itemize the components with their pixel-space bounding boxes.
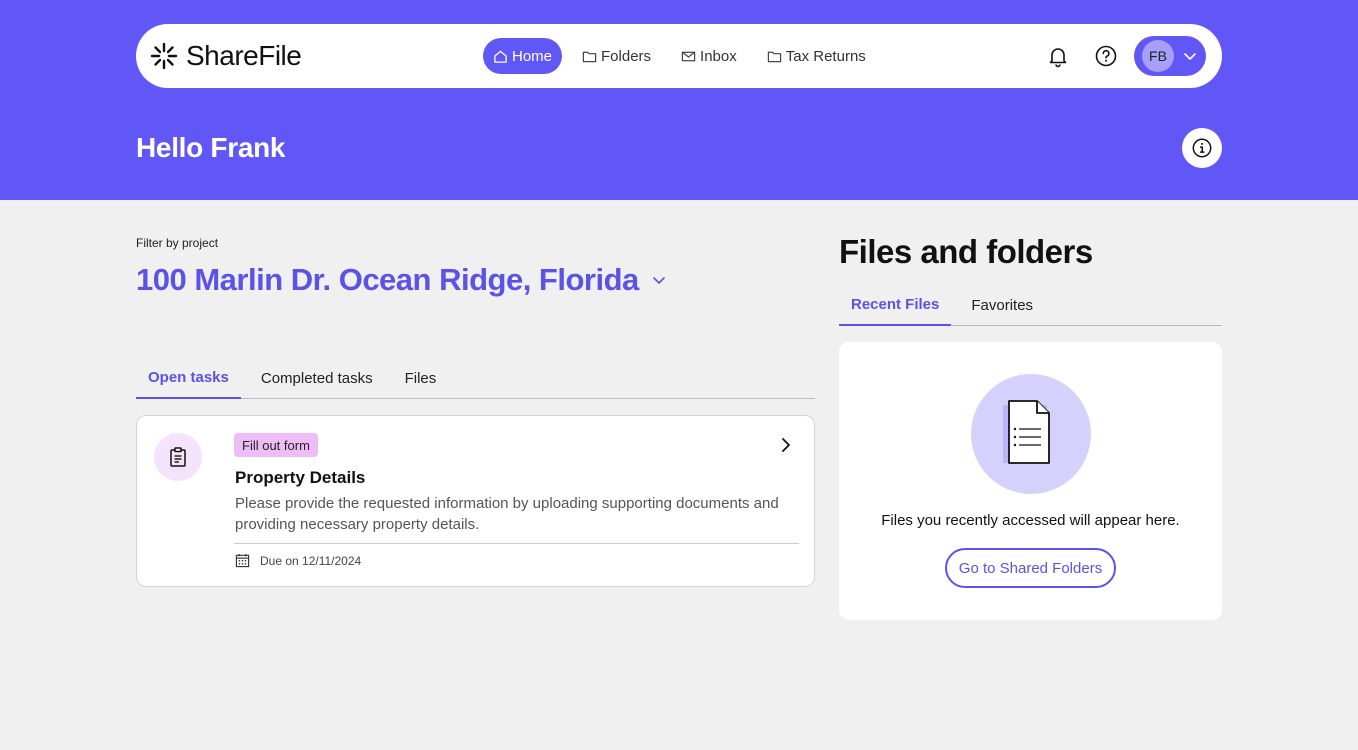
task-description: Please provide the requested information… [235,495,779,533]
sharefile-logo[interactable]: ShareFile [150,40,302,72]
header-banner: ShareFile Home Folders Inbox Tax Returns [0,0,1358,200]
folder-icon [582,51,597,62]
calendar-icon [235,553,250,568]
due-date-text: Due on 12/11/2024 [260,553,362,568]
page-title: Hello Frank [136,132,286,163]
go-to-shared-folders-button[interactable]: Go to Shared Folders [945,548,1116,588]
info-icon [1192,138,1212,158]
tab-files[interactable]: Files [393,358,449,399]
nav-item-inbox[interactable]: Inbox [671,38,747,74]
chevron-right-icon[interactable] [777,436,795,454]
folder-icon [767,51,781,62]
tab-open-tasks[interactable]: Open tasks [136,358,241,399]
task-type-badge [154,433,202,481]
filter-label: Filter by project [136,236,219,250]
avatar: FB [1142,40,1174,72]
main-nav: Home Folders Inbox Tax Returns [483,38,886,74]
recent-files-panel: Files you recently accessed will appear … [839,342,1222,620]
chevron-down-icon [1184,53,1196,60]
tab-favorites[interactable]: Favorites [959,284,1045,326]
nav-item-home[interactable]: Home [483,38,563,74]
task-title: Property Details [235,468,366,487]
empty-state-message: Files you recently accessed will appear … [881,512,1180,529]
nav-item-label: Home [512,47,553,65]
nav-item-label: Inbox [700,47,737,65]
tab-recent-files[interactable]: Recent Files [839,284,952,326]
nav-item-label: Folders [601,47,652,65]
mail-icon [681,51,696,61]
question-circle-icon [1095,45,1117,67]
task-card[interactable]: Fill out form Property Details Please pr… [136,415,815,587]
sharefile-logo-icon [150,42,178,70]
empty-state-illustration [971,374,1091,494]
bell-icon [1049,48,1067,68]
nav-item-label: Tax Returns [785,47,866,65]
help-button[interactable] [1091,41,1121,71]
task-type-label: Fill out form [234,433,318,457]
nav-item-tax-returns[interactable]: Tax Returns [757,38,876,74]
project-name: 100 Marlin Dr. Ocean Ridge, Florida [136,262,639,297]
clipboard-icon [170,447,186,467]
document-icon [1003,400,1050,464]
chevron-down-icon [652,277,665,284]
files-tabs: Recent Files Favorites [839,284,1222,326]
app-name: ShareFile [186,40,302,71]
task-tabs: Open tasks Completed tasks Files [136,358,815,399]
info-button[interactable] [1182,128,1222,168]
files-section-title: Files and folders [839,233,1093,270]
notifications-button[interactable] [1043,41,1073,71]
nav-item-folders[interactable]: Folders [572,38,661,74]
top-navigation-bar: ShareFile Home Folders Inbox Tax Returns [136,24,1222,88]
project-dropdown[interactable]: 100 Marlin Dr. Ocean Ridge, Florida [136,262,667,298]
divider [234,543,799,544]
task-due-date: Due on 12/11/2024 [235,553,361,568]
tab-completed-tasks[interactable]: Completed tasks [249,358,385,399]
home-icon [494,50,507,63]
user-menu-button[interactable]: FB [1134,36,1206,76]
